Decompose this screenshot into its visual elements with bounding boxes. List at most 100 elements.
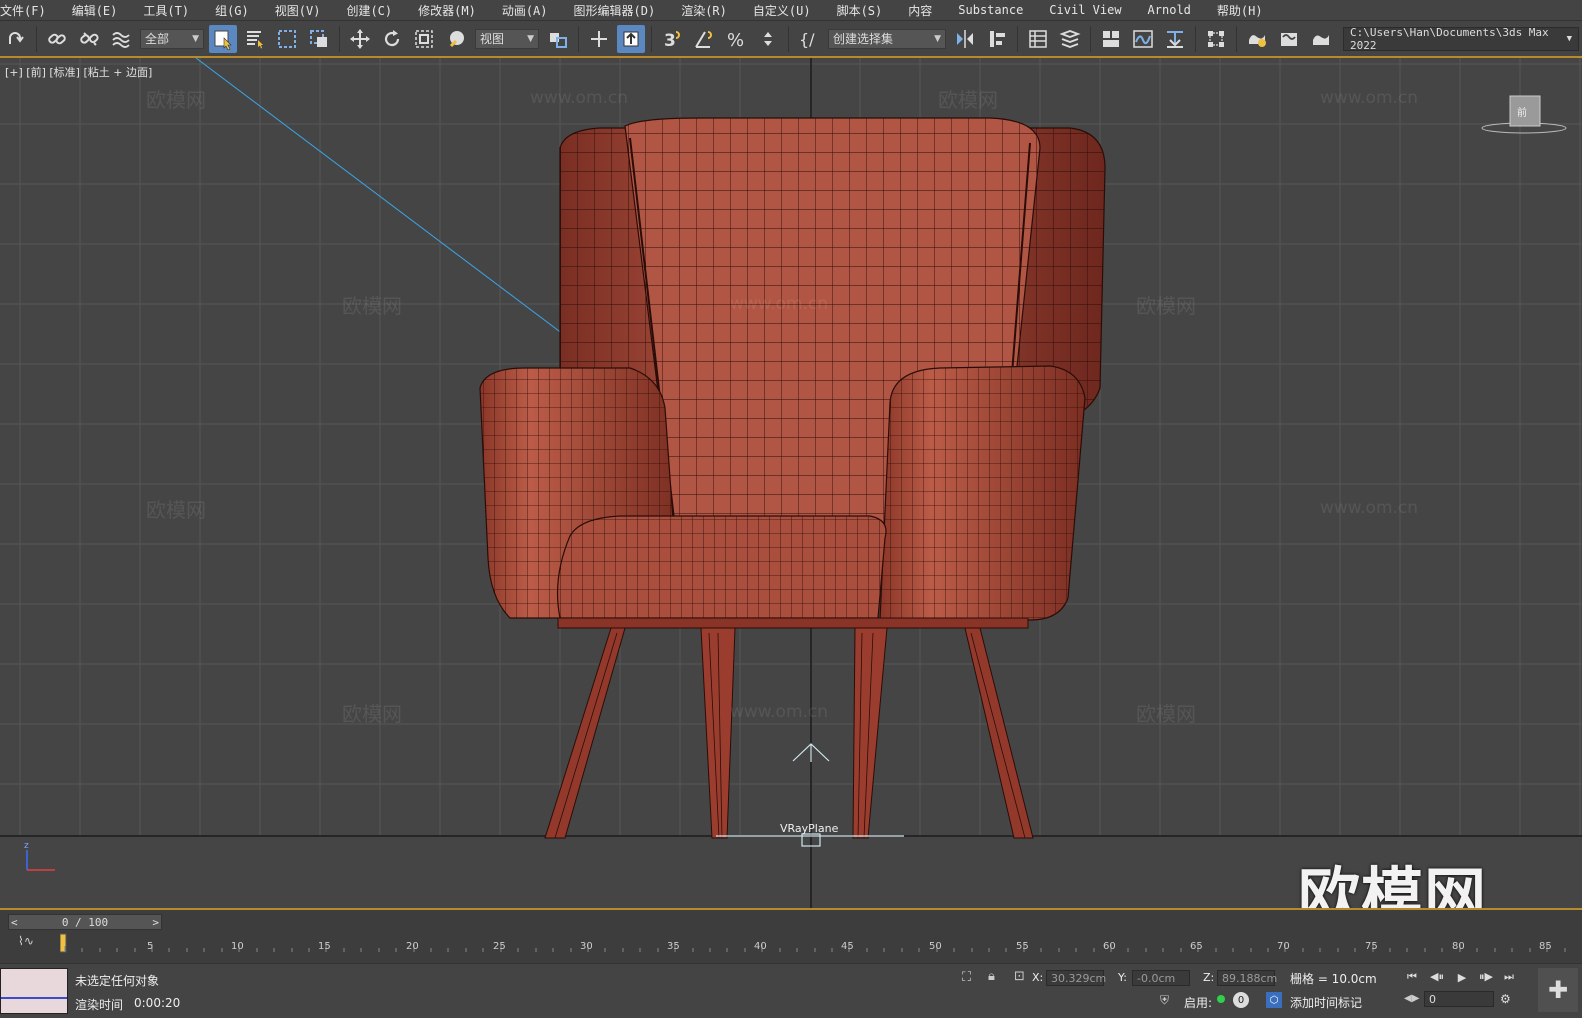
track-bar[interactable]: 5 10 15 20 25 30 35 40 45 50 55 60 65 70… <box>60 932 1580 962</box>
menu-modifiers[interactable]: 修改器(M) <box>405 2 489 19</box>
lock-icon[interactable]: 🔒︎ <box>988 969 995 984</box>
chevron-right-icon[interactable]: > <box>152 916 159 929</box>
menu-create[interactable]: 创建(C) <box>333 2 405 19</box>
snap-3d-icon[interactable]: 3 <box>658 25 686 53</box>
menu-civil-view[interactable]: Civil View <box>1036 3 1134 17</box>
viewport-label[interactable]: [+] [前] [标准] [粘土 + 边面] <box>5 64 152 80</box>
menu-edit[interactable]: 编辑(E) <box>59 2 131 19</box>
placement-icon[interactable] <box>442 25 470 53</box>
watermark: www.om.cn <box>730 702 829 722</box>
pivot-center-icon[interactable] <box>544 25 572 53</box>
viewcube-face-label[interactable]: 前 <box>1517 104 1527 119</box>
align-icon[interactable] <box>983 25 1011 53</box>
menu-graph-editors[interactable]: 图形编辑器(D) <box>561 2 669 19</box>
menu-scripting[interactable]: 脚本(S) <box>824 2 896 19</box>
menu-content[interactable]: 内容 <box>895 2 945 19</box>
render-production-icon[interactable] <box>1307 25 1335 53</box>
maxscript-listener-mini[interactable] <box>0 968 68 1014</box>
render-setup-icon[interactable] <box>1243 25 1271 53</box>
play-icon[interactable]: ▶ <box>1453 968 1471 986</box>
shield-icon[interactable]: ⛨ <box>1160 993 1169 1008</box>
window-crossing-icon[interactable] <box>305 25 333 53</box>
curve-editor-icon[interactable] <box>1129 25 1157 53</box>
time-slider[interactable]: < 0 / 100 > <box>8 914 162 930</box>
select-object-icon[interactable] <box>209 24 237 53</box>
z-coordinate-field[interactable]: 89.188cm <box>1217 970 1277 986</box>
curve-editor-toggle-icon[interactable]: ⌇∿ <box>18 934 34 948</box>
menu-animation[interactable]: 动画(A) <box>489 2 561 19</box>
selection-filter-dropdown[interactable]: 全部 ▼ <box>140 28 204 49</box>
tick-label: 80 <box>1452 941 1465 952</box>
rectangular-selection-icon[interactable] <box>273 25 301 53</box>
watermark: 欧模网 <box>146 498 206 522</box>
tick-label: 70 <box>1277 941 1290 952</box>
y-label: Y: <box>1118 971 1127 984</box>
add-time-tag[interactable]: 添加时间标记 <box>1290 994 1362 1011</box>
time-slider-bar: < 0 / 100 > ⌇∿ 5 10 15 20 25 30 35 40 45… <box>0 908 1582 964</box>
go-to-start-icon[interactable]: ⏮ <box>1403 968 1421 986</box>
main-toolbar: 全部 ▼ 视图 ▼ 3 % {/ 创建选择集 ▼ C:\Users\Han\Docum… <box>0 21 1582 58</box>
y-coordinate-field[interactable]: -0.0cm <box>1132 970 1190 986</box>
enable-count-badge[interactable]: 0 <box>1233 992 1249 1008</box>
redo-icon[interactable] <box>2 25 30 53</box>
chair-right-arm <box>879 365 1086 621</box>
mirror-icon[interactable] <box>951 25 979 53</box>
link-icon[interactable] <box>43 25 71 53</box>
chevron-left-icon[interactable]: < <box>11 916 18 929</box>
current-frame-field[interactable]: 0 <box>1424 991 1494 1007</box>
spinner-snap-icon[interactable] <box>754 25 782 53</box>
scene-explorer-icon[interactable] <box>1024 25 1052 53</box>
toggle-ribbon-icon[interactable] <box>1097 25 1125 53</box>
isolate-selection-icon[interactable]: ⛶ <box>962 970 971 985</box>
tick-label: 35 <box>667 941 680 952</box>
named-selection-dropdown[interactable]: 创建选择集 ▼ <box>828 28 946 49</box>
move-icon[interactable] <box>346 25 374 53</box>
menu-views[interactable]: 视图(V) <box>262 2 334 19</box>
go-to-end-icon[interactable]: ⏭ <box>1500 968 1518 986</box>
tick-label: 75 <box>1365 941 1378 952</box>
absolute-mode-icon[interactable]: ⊡ <box>1014 969 1025 984</box>
schematic-view-icon[interactable] <box>1161 25 1189 53</box>
svg-text:3: 3 <box>664 31 676 50</box>
enable-label: 启用: <box>1184 996 1213 1010</box>
project-path-dropdown[interactable]: C:\Users\Han\Documents\3ds Max 2022 ▼ <box>1343 26 1579 52</box>
key-mode-icon[interactable]: ◀▶ <box>1404 993 1419 1004</box>
material-editor-icon[interactable] <box>1202 25 1230 53</box>
bind-space-warp-icon[interactable] <box>107 25 135 53</box>
angle-snap-icon[interactable] <box>690 25 718 53</box>
scale-icon[interactable] <box>410 25 438 53</box>
layer-explorer-icon[interactable] <box>1056 25 1084 53</box>
unlink-icon[interactable] <box>75 25 103 53</box>
viewport-front[interactable]: z [+] [前] [标准] [粘土 + 边面] 前 VRayPlane 欧模网… <box>0 58 1582 908</box>
next-frame-icon[interactable]: ⏸▶ <box>1477 968 1495 986</box>
grid-size: 栅格 = 10.0cm <box>1290 972 1377 986</box>
x-coordinate-field[interactable]: 30.329cm <box>1046 970 1106 986</box>
previous-frame-icon[interactable]: ◀⏸ <box>1428 968 1446 986</box>
selection-filter-value: 全部 <box>145 32 170 46</box>
menu-substance[interactable]: Substance <box>945 3 1036 17</box>
rendered-frame-window-icon[interactable] <box>1275 25 1303 53</box>
render-time-label: 渲染时间 <box>75 998 124 1012</box>
watermark: 欧模网 <box>342 702 402 726</box>
time-config-icon[interactable]: ⚙ <box>1500 992 1511 1006</box>
menu-rendering[interactable]: 渲染(R) <box>668 2 740 19</box>
menu-customize[interactable]: 自定义(U) <box>740 2 824 19</box>
tick-label: 60 <box>1103 941 1116 952</box>
menu-group[interactable]: 组(G) <box>202 2 262 19</box>
keyboard-shortcut-override-icon[interactable] <box>617 24 645 53</box>
rotate-icon[interactable] <box>378 25 406 53</box>
menu-help[interactable]: 帮助(H) <box>1204 2 1276 19</box>
edit-named-selection-icon[interactable]: {/ <box>795 25 823 53</box>
menu-arnold[interactable]: Arnold <box>1135 3 1204 17</box>
percent-snap-icon[interactable]: % <box>722 25 750 53</box>
menu-tools[interactable]: 工具(T) <box>130 2 202 19</box>
separator <box>1017 25 1018 52</box>
select-manipulate-icon[interactable] <box>585 25 613 53</box>
reference-coord-dropdown[interactable]: 视图 ▼ <box>475 28 539 49</box>
viewport-navigation-icon[interactable]: ✚ <box>1538 968 1578 1012</box>
select-by-name-icon[interactable] <box>241 25 269 53</box>
axis-tripod: z <box>24 841 55 871</box>
cube-icon[interactable]: ⬡ <box>1266 992 1282 1008</box>
menu-file[interactable]: 文件(F) <box>0 2 59 19</box>
frame-display: 0 / 100 <box>61 915 109 929</box>
